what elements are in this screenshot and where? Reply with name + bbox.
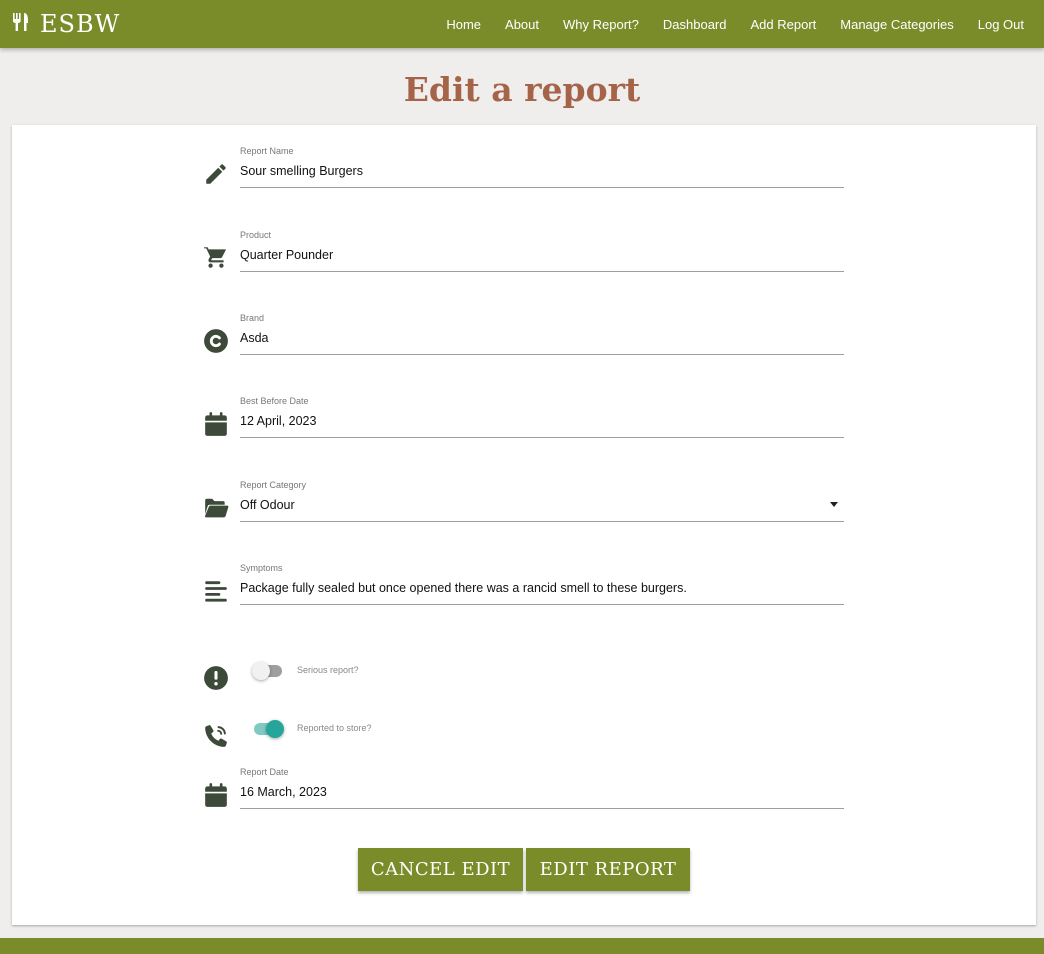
nav-home[interactable]: Home bbox=[434, 17, 493, 32]
brand-input[interactable]: Asda bbox=[240, 329, 844, 355]
symptoms-textarea[interactable]: Package fully sealed but once opened the… bbox=[240, 579, 844, 605]
best-before-label: Best Before Date bbox=[240, 396, 309, 406]
brand-label: Brand bbox=[240, 313, 265, 323]
shopping-cart-icon bbox=[202, 243, 230, 271]
nav-about[interactable]: About bbox=[493, 17, 551, 32]
product-input[interactable]: Quarter Pounder bbox=[240, 246, 844, 272]
category-selected-value: Off Odour bbox=[240, 498, 295, 512]
toggle-knob bbox=[266, 720, 284, 738]
report-name-input[interactable]: Sour smelling Burgers bbox=[240, 162, 844, 188]
chevron-down-icon bbox=[830, 502, 838, 507]
category-label: Report Category bbox=[240, 480, 307, 490]
folder-open-icon bbox=[202, 494, 230, 522]
pencil-icon bbox=[202, 160, 230, 188]
nav-log-out[interactable]: Log Out bbox=[966, 17, 1036, 32]
brand-name: ESBW bbox=[40, 10, 121, 38]
exclamation-circle-icon bbox=[202, 664, 230, 692]
nav-links: Home About Why Report? Dashboard Add Rep… bbox=[434, 0, 1036, 48]
align-left-icon bbox=[202, 577, 230, 605]
product-label: Product bbox=[240, 230, 272, 240]
nav-dashboard[interactable]: Dashboard bbox=[651, 17, 739, 32]
page-title: Edit a report bbox=[403, 70, 641, 109]
fork-knife-icon bbox=[12, 10, 32, 38]
edit-report-card: Report Name Sour smelling Burgers Produc… bbox=[12, 125, 1036, 925]
calendar-icon bbox=[202, 781, 230, 809]
category-select[interactable]: Off Odour bbox=[240, 496, 844, 522]
reported-to-store-toggle[interactable] bbox=[254, 720, 284, 738]
symptoms-label: Symptoms bbox=[240, 563, 283, 573]
brand-logo[interactable]: ESBW bbox=[12, 0, 120, 48]
report-date-label: Report Date bbox=[240, 767, 289, 777]
best-before-input[interactable]: 12 April, 2023 bbox=[240, 412, 844, 438]
serious-report-label: Serious report? bbox=[297, 665, 359, 675]
serious-report-toggle[interactable] bbox=[252, 662, 282, 680]
edit-report-button[interactable]: EDIT REPORT bbox=[526, 848, 690, 891]
cancel-edit-button[interactable]: CANCEL EDIT bbox=[358, 848, 523, 891]
report-date-input[interactable]: 16 March, 2023 bbox=[240, 783, 844, 809]
toggle-knob bbox=[252, 662, 270, 680]
report-name-label: Report Name bbox=[240, 146, 294, 156]
copyright-icon bbox=[202, 327, 230, 355]
footer bbox=[0, 938, 1044, 954]
nav-add-report[interactable]: Add Report bbox=[739, 17, 829, 32]
calendar-icon bbox=[202, 410, 230, 438]
phone-volume-icon bbox=[202, 722, 230, 750]
navbar: ESBW Home About Why Report? Dashboard Ad… bbox=[0, 0, 1044, 48]
reported-to-store-label: Reported to store? bbox=[297, 723, 372, 733]
nav-why-report[interactable]: Why Report? bbox=[551, 17, 651, 32]
nav-manage-categories[interactable]: Manage Categories bbox=[828, 17, 965, 32]
